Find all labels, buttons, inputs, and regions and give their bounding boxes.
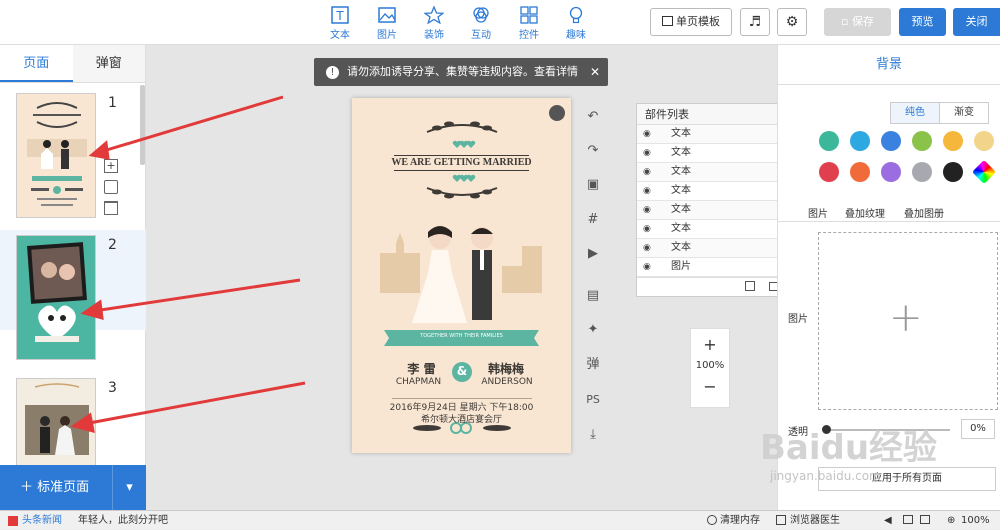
eye-icon[interactable]: ◉: [643, 125, 651, 143]
eye-icon[interactable]: ◉: [643, 144, 651, 162]
violation-notice: ! 请勿添加诱导分享、集赞等违规内容。查看详情 ✕: [314, 58, 608, 86]
groom-name-cn[interactable]: 李 雷: [394, 360, 449, 377]
clock-icon: [707, 515, 717, 525]
browser-doctor[interactable]: 浏览器医生: [790, 511, 840, 530]
card-headline[interactable]: WE ARE GETTING MARRIED: [352, 157, 571, 168]
eye-icon[interactable]: ◉: [643, 182, 651, 200]
zoom-level: 100%: [695, 360, 725, 371]
panel-title: 背景: [778, 45, 1000, 85]
tab-gradient[interactable]: 渐变: [939, 103, 988, 123]
event-venue[interactable]: 希尔顿大酒店宴会厅: [352, 412, 571, 425]
layout-icon[interactable]: [920, 515, 930, 524]
eye-icon[interactable]: ◉: [643, 258, 651, 276]
image-upload-area[interactable]: +: [818, 232, 998, 410]
arrow-2-head: [80, 299, 104, 321]
ampersand-text: &: [456, 364, 468, 378]
color-swatch[interactable]: [974, 131, 994, 151]
color-swatch[interactable]: [943, 131, 963, 151]
bride-dress: [412, 250, 467, 323]
color-swatch[interactable]: [819, 162, 839, 182]
redo-icon[interactable]: ↷: [584, 142, 602, 160]
bride-name-en[interactable]: ANDERSON: [472, 377, 542, 387]
subtab-texture[interactable]: 叠加纹理: [845, 205, 885, 220]
eye-icon[interactable]: ◉: [643, 220, 651, 238]
color-swatch[interactable]: [881, 162, 901, 182]
layers-icon[interactable]: ▣: [584, 176, 602, 194]
eye-icon[interactable]: ◉: [643, 239, 651, 257]
close-icon[interactable]: ✕: [590, 58, 600, 86]
news-ticker[interactable]: 年轻人，此刻分开吧: [78, 511, 168, 530]
arrow-1-head: [88, 140, 110, 160]
tab-solid[interactable]: 纯色: [891, 103, 939, 123]
download-icon[interactable]: ⤓: [584, 426, 602, 444]
copy-icon[interactable]: [745, 281, 755, 291]
info-icon: !: [326, 66, 339, 79]
zoom-icon: ⊕: [947, 515, 956, 526]
arrow-3: [83, 381, 306, 426]
canvas-page[interactable]: WE ARE GETTING MARRIED TOGETHER WITH THE…: [352, 98, 571, 453]
color-swatch[interactable]: [850, 131, 870, 151]
image-sub-tabs: 图片 叠加纹理 叠加图册: [778, 202, 1000, 222]
parts-title: 部件列表: [645, 108, 689, 121]
parts-item-label: 文本: [671, 147, 691, 158]
parts-item-label: 文本: [671, 185, 691, 196]
popup-tool[interactable]: 弹: [584, 356, 602, 374]
magic-wand-icon[interactable]: ✦: [584, 321, 602, 339]
news-source[interactable]: 头条新闻: [22, 511, 62, 530]
arrow-3-head: [70, 412, 95, 434]
color-swatch[interactable]: [912, 162, 932, 182]
watermark-text: Baidu经验: [760, 428, 938, 468]
notice-text[interactable]: 请勿添加诱导分享、集赞等违规内容。查看详情: [347, 65, 578, 78]
opacity-input[interactable]: 0%: [961, 419, 995, 439]
watermark-url: jingyan.baidu.com: [770, 469, 881, 483]
parts-item-label: 文本: [671, 242, 691, 253]
arrow-2: [93, 278, 301, 313]
parts-item-label: 文本: [671, 128, 691, 139]
zoom-in-button[interactable]: +: [691, 335, 729, 354]
bride-name-cn[interactable]: 韩梅梅: [476, 360, 536, 377]
doctor-icon: [776, 515, 786, 525]
image-label: 图片: [788, 314, 808, 325]
color-swatch[interactable]: [819, 131, 839, 151]
eye-icon[interactable]: ◉: [643, 163, 651, 181]
grid-icon[interactable]: #: [584, 211, 602, 229]
zoom-out-button[interactable]: −: [691, 377, 729, 396]
subtab-image[interactable]: 图片: [808, 205, 828, 220]
news-icon: [8, 516, 18, 526]
clear-memory[interactable]: 清理内存: [720, 511, 760, 530]
play-icon[interactable]: ▶: [584, 245, 602, 263]
ribbon-text[interactable]: TOGETHER WITH THEIR FAMILIES: [352, 333, 571, 339]
zoom-control: + 100% −: [690, 328, 730, 408]
tiktok-icon: [549, 105, 565, 121]
undo-icon[interactable]: ↶: [584, 108, 602, 126]
browser-zoom[interactable]: 100%: [961, 511, 990, 530]
plus-icon: +: [889, 295, 923, 341]
color-swatch[interactable]: [881, 131, 901, 151]
color-swatch[interactable]: [943, 162, 963, 182]
parts-item-label: 文本: [671, 204, 691, 215]
color-swatch[interactable]: [850, 162, 870, 182]
groom-name-en[interactable]: CHAPMAN: [386, 377, 451, 387]
eye-icon[interactable]: ◉: [643, 201, 651, 219]
subtab-album[interactable]: 叠加图册: [904, 205, 944, 220]
ps-tool[interactable]: PS: [584, 391, 602, 409]
color-swatch[interactable]: [912, 131, 932, 151]
sound-icon[interactable]: ◀: [884, 511, 892, 530]
status-bar: 头条新闻 年轻人，此刻分开吧 清理内存 浏览器医生 ◀ ⊕ 100%: [0, 510, 1000, 530]
table-icon[interactable]: ▤: [584, 287, 602, 305]
window-icon[interactable]: [903, 515, 913, 524]
arrow-1: [99, 95, 284, 154]
parts-item-label: 图片: [671, 261, 691, 272]
parts-item-label: 文本: [671, 223, 691, 234]
color-swatch[interactable]: [971, 159, 997, 185]
parts-item-label: 文本: [671, 166, 691, 177]
fill-mode-tabs: 纯色 渐变: [890, 102, 989, 124]
baidu-watermark: Baidu经验 jingyan.baidu.com: [760, 420, 937, 483]
